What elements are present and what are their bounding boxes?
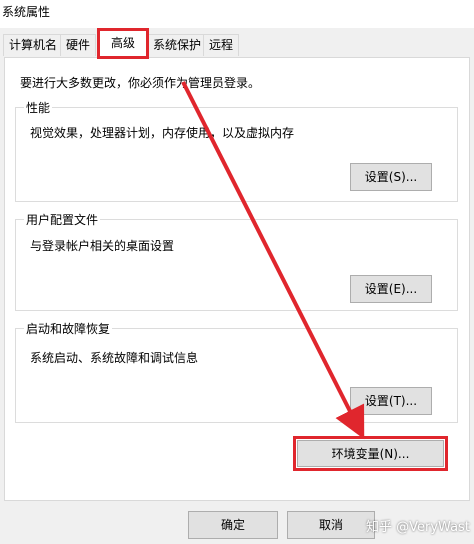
group-startup-recovery: 启动和故障恢复 系统启动、系统故障和调试信息 设置(T)... bbox=[15, 320, 458, 423]
tab-strip: 计算机名 硬件 高级 系统保护 远程 bbox=[0, 28, 474, 59]
user-profiles-settings-button[interactable]: 设置(E)... bbox=[350, 275, 432, 303]
group-desc-performance: 视觉效果，处理器计划，内存使用，以及虚拟内存 bbox=[30, 126, 295, 140]
ok-button[interactable]: 确定 bbox=[188, 511, 278, 539]
environment-variables-button[interactable]: 环境变量(N)... bbox=[293, 436, 448, 471]
tab-system-protection[interactable]: 系统保护 bbox=[147, 34, 208, 56]
admin-notice: 要进行大多数更改，你必须作为管理员登录。 bbox=[20, 76, 261, 90]
cancel-button[interactable]: 取消 bbox=[287, 511, 375, 539]
title-bar: 系统属性 bbox=[0, 0, 474, 28]
group-performance: 性能 视觉效果，处理器计划，内存使用，以及虚拟内存 设置(S)... bbox=[15, 99, 458, 202]
tab-computer-name[interactable]: 计算机名 bbox=[3, 34, 64, 56]
window-title: 系统属性 bbox=[2, 5, 51, 19]
tab-remote[interactable]: 远程 bbox=[203, 34, 240, 56]
tab-hardware[interactable]: 硬件 bbox=[60, 34, 97, 56]
group-title-performance: 性能 bbox=[24, 99, 53, 116]
performance-settings-button[interactable]: 设置(S)... bbox=[350, 163, 432, 191]
group-desc-startup-recovery: 系统启动、系统故障和调试信息 bbox=[30, 351, 199, 365]
watermark: 知乎 @VeryWast bbox=[366, 520, 470, 535]
group-title-startup-recovery: 启动和故障恢复 bbox=[24, 320, 113, 337]
startup-recovery-settings-button[interactable]: 设置(T)... bbox=[350, 387, 432, 415]
group-desc-user-profiles: 与登录帐户相关的桌面设置 bbox=[30, 239, 175, 253]
group-user-profiles: 用户配置文件 与登录帐户相关的桌面设置 设置(E)... bbox=[15, 211, 458, 311]
group-title-user-profiles: 用户配置文件 bbox=[24, 211, 101, 228]
tab-advanced[interactable]: 高级 bbox=[97, 28, 149, 59]
